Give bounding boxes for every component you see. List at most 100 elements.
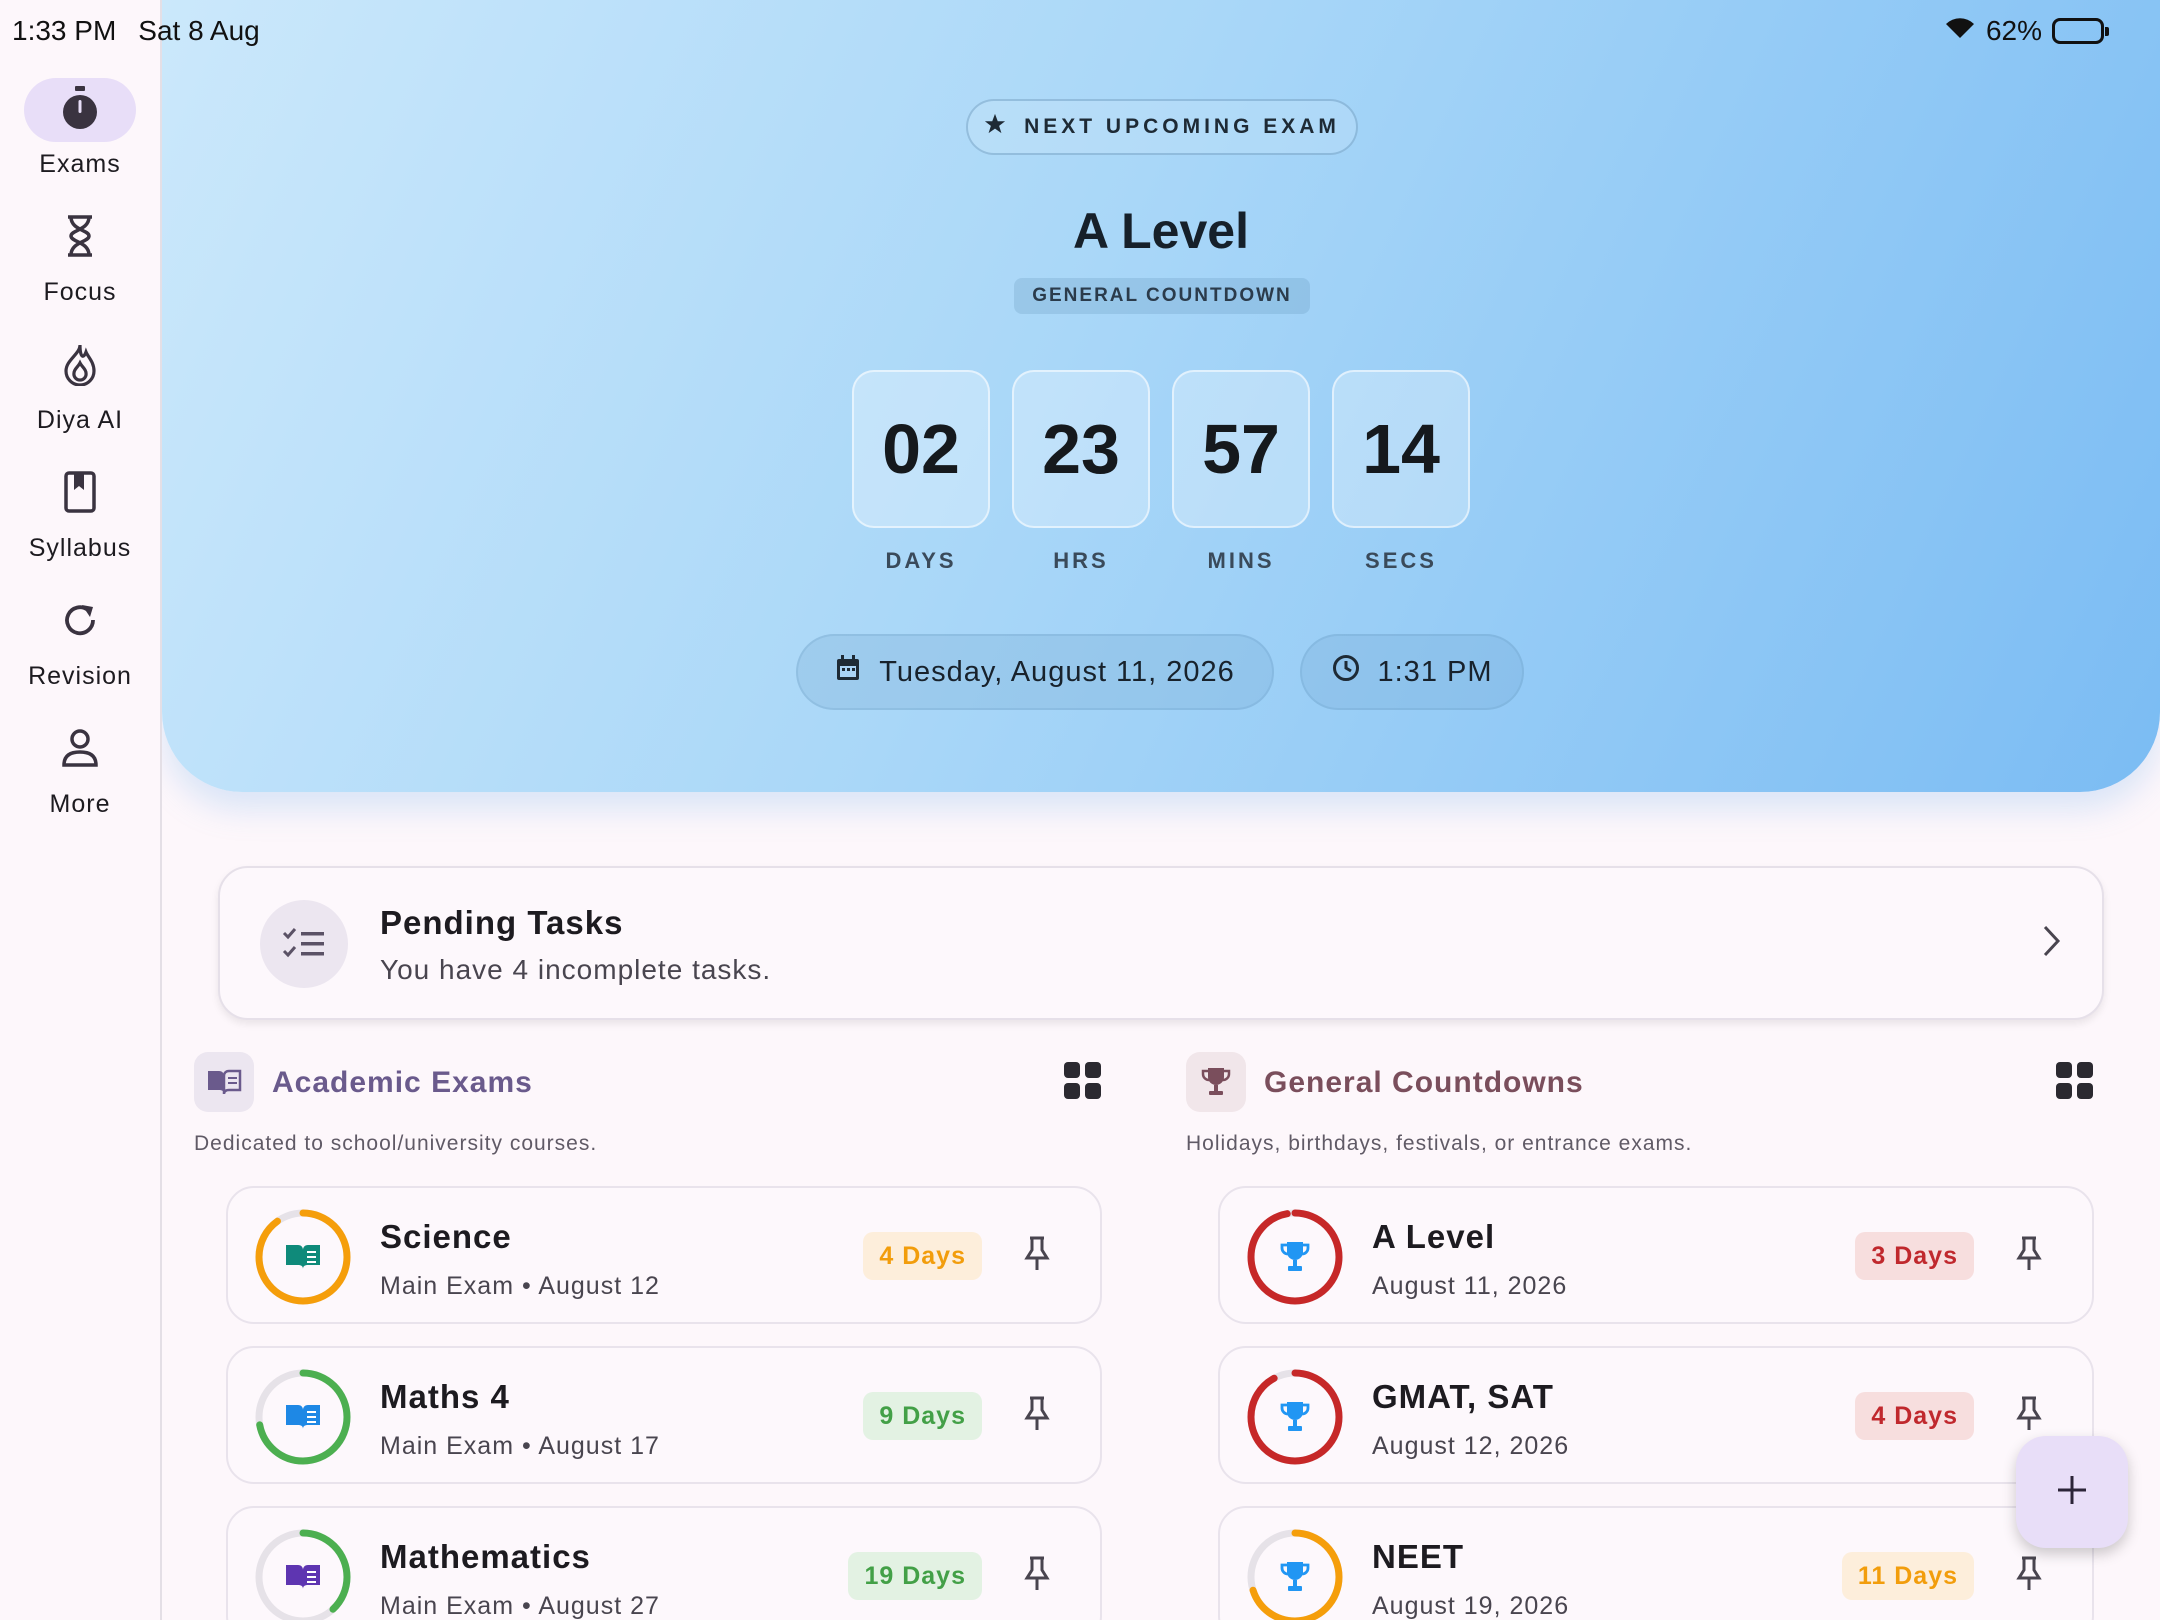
plus-icon	[2055, 1473, 2089, 1512]
pin-icon[interactable]	[1024, 1556, 1050, 1597]
card-title: Mathematics	[380, 1538, 591, 1575]
trophy-icon	[1186, 1052, 1246, 1112]
card-subtitle: Main Exam • August 17	[380, 1432, 660, 1461]
academic-exam-card[interactable]: Science Main Exam • August 12 4 Days	[226, 1186, 1102, 1324]
rail-label: More	[49, 790, 111, 818]
progress-ring	[1246, 1208, 1344, 1306]
exam-date-pill[interactable]: Tuesday, August 11, 2026	[796, 634, 1274, 710]
card-title: A Level	[1372, 1218, 1496, 1255]
book-icon	[286, 1405, 320, 1429]
exam-time-pill[interactable]: 1:31 PM	[1300, 634, 1524, 710]
countdown-card[interactable]: GMAT, SAT August 12, 2026 4 Days	[1218, 1346, 2094, 1484]
pin-icon[interactable]	[2016, 1556, 2042, 1597]
card-subtitle: Main Exam • August 12	[380, 1272, 660, 1301]
card-subtitle: August 11, 2026	[1372, 1272, 1568, 1300]
exam-title: A Level	[1072, 203, 1249, 259]
card-title: Maths 4	[380, 1378, 510, 1415]
card-title: GMAT, SAT	[1372, 1378, 1554, 1415]
exam-date: August 17	[538, 1432, 660, 1460]
pin-icon[interactable]	[1024, 1236, 1050, 1277]
book-icon	[286, 1245, 320, 1269]
countdown-card[interactable]: A Level August 11, 2026 3 Days	[1218, 1186, 2094, 1324]
calendar-icon	[835, 654, 861, 690]
book-icon	[286, 1565, 320, 1589]
countdown-label: MINS	[1207, 548, 1275, 573]
stopwatch-icon	[60, 85, 100, 135]
progress-ring	[254, 1528, 352, 1620]
bookmark-book-icon	[63, 470, 97, 519]
exam-type: Main Exam	[380, 1432, 515, 1460]
progress-ring	[254, 1368, 352, 1466]
clock-icon	[1332, 654, 1360, 690]
pin-icon[interactable]	[1024, 1396, 1050, 1437]
rail-label: Diya AI	[36, 406, 124, 434]
separator-dot: •	[514, 1592, 539, 1620]
refresh-icon	[60, 600, 100, 645]
separator-dot: •	[514, 1272, 539, 1300]
exam-date-text: Tuesday, August 11, 2026	[879, 655, 1235, 688]
pin-icon[interactable]	[2016, 1396, 2042, 1437]
pin-icon[interactable]	[2016, 1236, 2042, 1277]
status-bar: 1:33 PM Sat 8 Aug 62%	[0, 0, 2160, 62]
rail-item-exams[interactable]: Exams	[0, 78, 160, 206]
card-subtitle: August 12, 2026	[1372, 1432, 1570, 1460]
separator-dot: •	[514, 1432, 539, 1460]
pending-tasks-title: Pending Tasks	[380, 904, 624, 941]
days-remaining-badge: 11 Days	[1841, 1552, 1974, 1600]
exam-type: Main Exam	[380, 1592, 515, 1620]
trophy-icon	[1280, 1242, 1310, 1271]
status-time: 1:33 PM	[12, 15, 117, 46]
book-icon	[194, 1052, 254, 1112]
add-exam-button[interactable]	[2016, 1436, 2128, 1548]
progress-ring	[254, 1208, 352, 1306]
card-title: NEET	[1372, 1538, 1465, 1575]
navigation-rail: Exams Focus Diya AI Syllabus Revision Mo…	[0, 0, 162, 1620]
card-subtitle: August 19, 2026	[1372, 1592, 1570, 1620]
academic-exam-card[interactable]: Maths 4 Main Exam • August 17 9 Days	[226, 1346, 1102, 1484]
days-remaining-badge: 3 Days	[1855, 1232, 1974, 1280]
trophy-icon	[1280, 1562, 1310, 1591]
rail-item-diya-ai[interactable]: Diya AI	[0, 334, 160, 462]
exam-category-tag: GENERAL COUNTDOWN	[1014, 278, 1310, 314]
card-title: Science	[380, 1218, 512, 1255]
progress-ring	[1246, 1528, 1344, 1620]
rail-item-more[interactable]: More	[0, 718, 160, 846]
star-icon	[984, 113, 1006, 141]
flame-icon	[62, 342, 98, 391]
countdown-card[interactable]: NEET August 19, 2026 11 Days	[1218, 1506, 2094, 1620]
exam-date: August 12	[538, 1272, 660, 1300]
grid-view-icon[interactable]	[1064, 1062, 1102, 1105]
exam-time-text: 1:31 PM	[1377, 655, 1493, 688]
days-remaining-badge: 9 Days	[863, 1392, 982, 1440]
grid-view-icon[interactable]	[2056, 1062, 2094, 1105]
academic-exams-section: Academic Exams Dedicated to school/unive…	[194, 1052, 1134, 1620]
next-exam-hero[interactable]: NEXT UPCOMING EXAM A Level GENERAL COUNT…	[162, 0, 2160, 792]
rail-label: Exams	[39, 150, 121, 178]
countdown-hours: 23	[1012, 370, 1150, 528]
rail-item-focus[interactable]: Focus	[0, 206, 160, 334]
chevron-right-icon	[2042, 924, 2062, 963]
rail-label: Syllabus	[28, 534, 132, 562]
rail-label: Focus	[43, 278, 117, 306]
rail-item-syllabus[interactable]: Syllabus	[0, 462, 160, 590]
pending-tasks-card[interactable]: Pending Tasks You have 4 incomplete task…	[218, 866, 2104, 1020]
general-countdowns-section: General Countdowns Holidays, birthdays, …	[1186, 1052, 2126, 1620]
rail-label: Revision	[28, 662, 132, 690]
next-chip-label: NEXT UPCOMING EXAM	[1024, 115, 1340, 138]
pending-tasks-subtitle: You have 4 incomplete tasks.	[380, 954, 772, 985]
progress-ring	[1246, 1368, 1344, 1466]
academic-exams-title: Academic Exams	[272, 1066, 533, 1099]
countdown-seconds: 14	[1332, 370, 1470, 528]
next-upcoming-chip: NEXT UPCOMING EXAM	[966, 99, 1358, 155]
hourglass-icon	[65, 214, 95, 263]
academic-exam-card[interactable]: Mathematics Main Exam • August 27 19 Days	[226, 1506, 1102, 1620]
exam-type: Main Exam	[380, 1272, 515, 1300]
academic-exams-description: Dedicated to school/university courses.	[194, 1132, 598, 1155]
countdown-days: 02	[852, 370, 990, 528]
countdown-label: HRS	[1053, 548, 1109, 573]
days-remaining-badge: 4 Days	[1855, 1392, 1974, 1440]
battery-icon	[2052, 18, 2109, 44]
trophy-icon	[1280, 1402, 1310, 1431]
general-countdowns-title: General Countdowns	[1264, 1066, 1584, 1099]
rail-item-revision[interactable]: Revision	[0, 590, 160, 718]
